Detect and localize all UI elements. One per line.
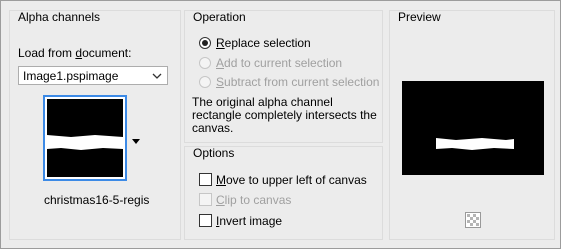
add-to-current-selection-label: Add to current selection [216, 56, 343, 70]
radio-button [199, 37, 211, 49]
preview-mask-shape [436, 138, 514, 150]
thumbnail-dropdown-button[interactable] [129, 95, 143, 175]
options-title: Options [193, 146, 235, 160]
document-select[interactable]: Image1.pspimage [18, 66, 168, 85]
subtract-from-current-selection-label: Subtract from current selection [216, 75, 380, 89]
radio-button [199, 57, 211, 69]
subtract-from-current-selection-radio[interactable]: Subtract from current selection [199, 75, 379, 91]
checkbox-box [199, 214, 212, 227]
add-to-current-selection-radio[interactable]: Add to current selection [199, 56, 379, 72]
replace-selection-radio[interactable]: Replace selection [199, 36, 379, 52]
clip-to-canvas-checkbox[interactable]: Clip to canvas [199, 193, 379, 209]
alpha-channel-thumbnail[interactable] [43, 95, 127, 181]
chevron-down-icon [152, 73, 162, 79]
alpha-mask-shape [47, 135, 123, 150]
invert-image-label: Invert image [216, 214, 283, 228]
move-to-upper-left-label: Move to upper left of canvas [216, 173, 367, 187]
clip-to-canvas-label: Clip to canvas [216, 193, 292, 207]
checkbox-box [199, 193, 212, 206]
operation-group: Operation Replace selection Add to curre… [184, 10, 383, 143]
move-to-upper-left-checkbox[interactable]: Move to upper left of canvas [199, 173, 379, 189]
preview-group: Preview [389, 10, 555, 240]
options-group: Options Move to upper left of canvas Cli… [184, 146, 383, 240]
document-select-value: Image1.pspimage [23, 69, 119, 83]
operation-description: The original alpha channel rectangle com… [192, 95, 377, 135]
dialog-panel: Alpha channels Load from document: Image… [0, 0, 561, 249]
radio-selected-dot [202, 40, 208, 46]
load-from-document-label: Load from document: [18, 46, 132, 60]
alpha-channels-title: Alpha channels [18, 10, 101, 24]
alpha-channels-group: Alpha channels Load from document: Image… [9, 10, 181, 240]
checkbox-box [199, 173, 212, 186]
preview-title: Preview [398, 10, 441, 24]
invert-image-checkbox[interactable]: Invert image [199, 214, 379, 230]
radio-button [199, 76, 211, 88]
operation-title: Operation [193, 10, 246, 24]
checkerboard-icon[interactable] [465, 212, 481, 228]
channel-name-label: christmas16-5-regis [44, 193, 150, 207]
replace-selection-label: Replace selection [216, 36, 311, 50]
alpha-channel-thumbnail-image [47, 99, 123, 177]
preview-image [402, 81, 544, 175]
